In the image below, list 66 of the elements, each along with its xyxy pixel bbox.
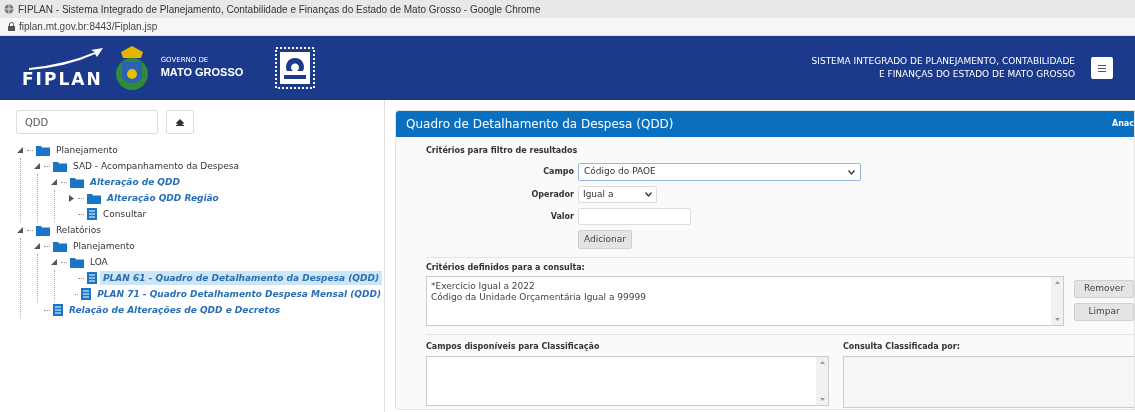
chevron-down-icon [848, 169, 855, 175]
tree-item[interactable]: Alteração de QDD [87, 175, 183, 189]
tree-item[interactable]: Alteração QDD Região [104, 191, 222, 205]
valor-field[interactable] [578, 208, 691, 225]
system-name: SISTEMA INTEGRADO DE PLANEJAMENTO, CONTABILIDADE [811, 55, 1075, 68]
coat-of-arms-icon [114, 44, 149, 92]
user-name: Anac [1111, 118, 1134, 130]
folder-icon [70, 256, 84, 268]
menu-icon [1098, 64, 1106, 72]
collapse-arrow-icon[interactable] [51, 259, 57, 265]
document-icon [87, 272, 97, 284]
field-label: Campo [542, 166, 574, 178]
folder-icon [70, 176, 84, 188]
search-field[interactable]: QDD [16, 110, 158, 134]
folder-icon [53, 160, 67, 172]
tree-item[interactable]: Planejamento [53, 143, 121, 157]
folder-icon [53, 240, 67, 252]
action-button[interactable]: Limpar [1074, 303, 1134, 321]
tree-item[interactable]: SAD - Acompanhamento da Despesa [70, 159, 242, 173]
tree-item[interactable]: Consultar [100, 207, 150, 221]
collapse-arrow-icon[interactable] [51, 179, 57, 185]
campo-select[interactable]: Código do PAOE [578, 163, 861, 181]
operador-select[interactable]: Igual a [578, 186, 657, 203]
arrow-icon [26, 48, 103, 70]
document-icon [87, 208, 97, 220]
action-button[interactable]: Remover [1074, 280, 1134, 298]
section-heading: Campos disponíveis para Classificação [426, 341, 601, 353]
tree-item[interactable]: Planejamento [70, 239, 138, 253]
lock-icon [8, 22, 15, 31]
fiplan-logo: FIPLAN [22, 48, 103, 88]
collapse-arrow-icon[interactable] [34, 163, 40, 169]
document-icon [81, 288, 92, 300]
available-fields-list[interactable] [426, 356, 829, 406]
address-bar[interactable]: fiplan.mt.gov.br:8443/Fiplan.jsp [19, 19, 158, 34]
tree-item[interactable]: PLAN 71 - Quadro Detalhamento Despesa Mensal (QDD) [94, 287, 384, 301]
collapse-arrow-icon[interactable] [34, 243, 40, 249]
tree-item[interactable]: Relação de Alterações de QDD e Decretos [66, 303, 284, 317]
section-heading: Critérios para filtro de resultados [426, 145, 579, 157]
collapse-arrow-icon[interactable] [17, 147, 23, 153]
chevron-down-icon [645, 192, 652, 197]
globe-icon [4, 4, 14, 14]
criteria-list[interactable]: *Exercício Igual a 2022 Código da Unidade Orçamentária Igual a 99999 [426, 276, 1064, 326]
system-name: E FINANÇAS DO ESTADO DE MATO GROSSO [878, 68, 1075, 81]
tree-item[interactable]: Relatórios [53, 223, 104, 237]
menu-button[interactable] [1091, 57, 1113, 79]
tree-item[interactable]: PLAN 61 - Quadro de Detalhamento da Despesa (QDD) [100, 271, 383, 285]
criteria-line[interactable]: *Exercício Igual a 2022 [431, 281, 1047, 292]
collapse-arrow-icon[interactable] [17, 227, 23, 233]
expand-arrow-icon[interactable] [68, 194, 74, 202]
sorted-fields-list[interactable] [843, 356, 1134, 408]
window-title: FIPLAN - Sistema Integrado de Planejamento, Contabilidade e Finanças do Estado de Mato Grosso - Google Chrome [18, 2, 541, 17]
stamp-icon [275, 47, 316, 89]
section-heading: Consulta Classificada por: [843, 341, 961, 353]
add-button[interactable]: Adicionar [578, 230, 632, 249]
section-heading: Critérios definidos para a consulta: [426, 262, 586, 274]
state-name: MATO GROSSO [160, 64, 244, 80]
criteria-line[interactable]: Código da Unidade Orçamentária Igual a 99999 [431, 292, 1047, 303]
folder-icon [36, 224, 50, 236]
field-label: Operador [530, 188, 574, 201]
panel-title: Quadro de Detalhamento da Despesa (QDD) [406, 116, 674, 133]
folder-icon [87, 192, 101, 204]
tree-item[interactable]: LOA [87, 255, 111, 269]
folder-icon [36, 144, 50, 156]
document-icon [53, 304, 63, 316]
field-label: Valor [549, 210, 574, 223]
clear-button[interactable] [166, 110, 194, 134]
